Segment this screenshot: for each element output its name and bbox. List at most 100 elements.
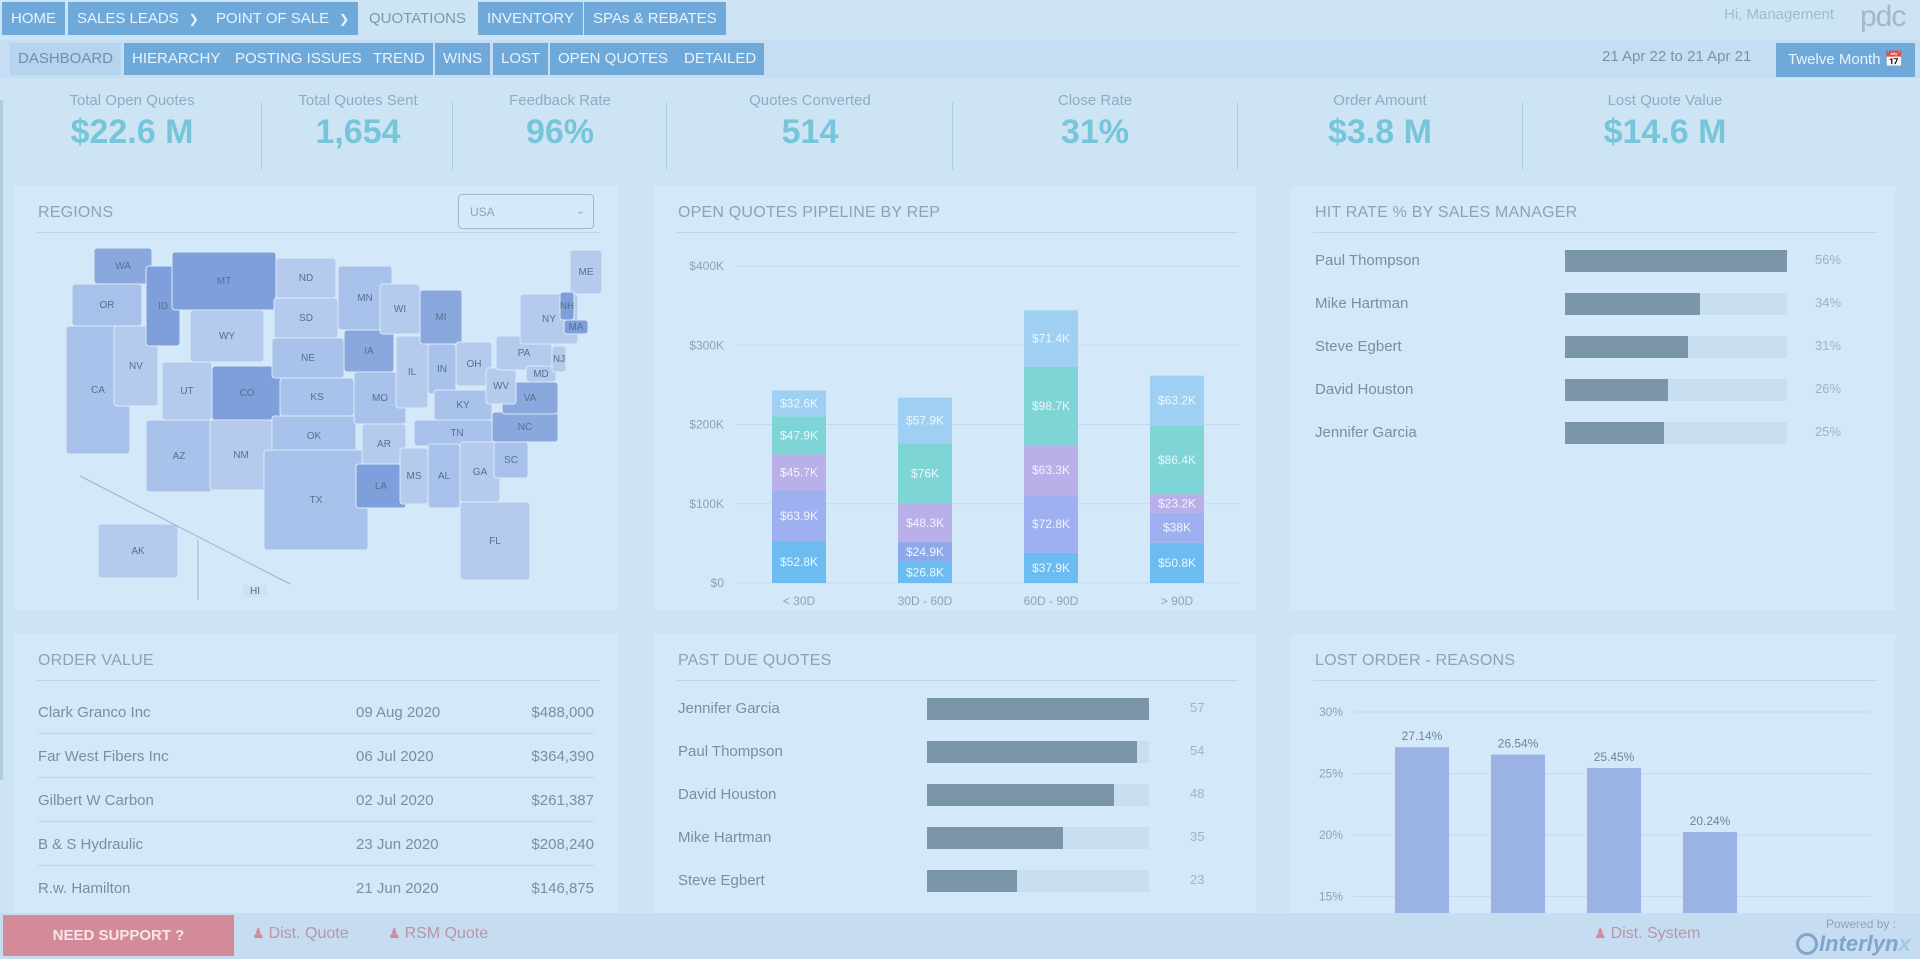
state-la[interactable]: LA <box>355 463 407 509</box>
nav-point-of-sale[interactable]: POINT OF SALE ❯ <box>207 2 359 35</box>
nav-inventory[interactable]: INVENTORY <box>478 2 583 35</box>
tab-dashboard[interactable]: DASHBOARD <box>10 43 122 75</box>
kpi-value: 514 <box>781 113 839 151</box>
state-label: OK <box>307 431 322 442</box>
state-fl[interactable]: FL <box>459 501 531 581</box>
state-nh[interactable]: NH <box>559 291 575 321</box>
bar-fill[interactable] <box>1565 379 1669 401</box>
state-nm[interactable]: NM <box>209 419 273 491</box>
tab-hierarchy[interactable]: HIERARCHY <box>124 43 229 75</box>
order-company: Gilbert W Carbon <box>38 792 154 809</box>
tab-open-quotes[interactable]: OPEN QUOTES <box>550 43 677 75</box>
bar-fill[interactable] <box>927 827 1064 849</box>
bar-value-label: 56% <box>1815 252 1842 267</box>
dist-system-link[interactable]: ♟ Dist. System <box>1594 925 1700 943</box>
state-nd[interactable]: ND <box>275 257 337 299</box>
nav-quotations[interactable]: QUOTATIONS <box>360 2 475 35</box>
state-hi[interactable]: HI <box>241 583 269 599</box>
state-tx[interactable]: TX <box>263 449 369 551</box>
state-wy[interactable]: WY <box>189 309 265 363</box>
bar[interactable] <box>1587 767 1641 913</box>
nav-sales-leads[interactable]: SALES LEADS ❯ <box>68 2 208 35</box>
table-row[interactable]: Gilbert W Carbon 02 Jul 2020 $261,387 <box>38 778 594 822</box>
tab-lost[interactable]: LOST <box>493 43 549 75</box>
tab-wins[interactable]: WINS <box>435 43 491 75</box>
chevron-down-icon: ❯ <box>339 12 350 26</box>
state-nj[interactable]: NJ <box>551 345 567 373</box>
nav-home[interactable]: HOME <box>2 2 65 35</box>
table-row[interactable]: Clark Granco Inc 09 Aug 2020 $488,000 <box>38 690 594 734</box>
state-ky[interactable]: KY <box>433 389 493 421</box>
tab-detailed[interactable]: DETAILED <box>676 43 765 75</box>
state-ma[interactable]: MA <box>563 319 589 335</box>
state-me[interactable]: ME <box>569 249 603 295</box>
state-il[interactable]: IL <box>395 335 429 409</box>
state-label: ME <box>579 267 594 278</box>
state-label: CA <box>91 385 105 396</box>
bar-fill[interactable] <box>927 784 1114 806</box>
kpi-value: $22.6 M <box>70 113 194 151</box>
interlynx-logo[interactable]: Interlynx <box>1796 931 1911 957</box>
state-ar[interactable]: AR <box>361 423 407 465</box>
x-tick-label: > 90D <box>1161 594 1194 608</box>
state-az[interactable]: AZ <box>145 419 213 493</box>
state-wi[interactable]: WI <box>379 283 421 335</box>
table-row[interactable]: Far West Fibers Inc 06 Jul 2020 $364,390 <box>38 734 594 778</box>
state-sc[interactable]: SC <box>493 441 529 479</box>
bar-fill[interactable] <box>1565 293 1700 315</box>
bar-fill[interactable] <box>1565 422 1665 444</box>
state-sd[interactable]: SD <box>273 297 339 339</box>
dist-quote-link[interactable]: ♟ Dist. Quote <box>252 925 349 943</box>
data-label: $38K <box>1163 521 1191 535</box>
bar-value-label: 54 <box>1190 743 1205 758</box>
nav-label: HOME <box>11 10 56 27</box>
bar-fill[interactable] <box>927 741 1138 763</box>
rsm-quote-link[interactable]: ♟ RSM Quote <box>388 925 488 943</box>
company-logo[interactable]: pdc <box>1860 0 1906 34</box>
order-amount: $146,875 <box>531 880 594 897</box>
bar[interactable] <box>1683 832 1737 913</box>
state-label: WA <box>115 261 131 272</box>
state-wa[interactable]: WA <box>93 247 153 285</box>
tab-posting-issues[interactable]: POSTING ISSUES <box>227 43 370 75</box>
state-mi[interactable]: MI <box>419 289 463 345</box>
kpi-label: Quotes Converted <box>749 92 871 109</box>
state-in[interactable]: IN <box>427 343 457 395</box>
bar[interactable] <box>1491 754 1545 913</box>
kpi-divider <box>666 102 667 170</box>
state-label: ND <box>299 273 313 284</box>
state-ak[interactable]: AK <box>97 523 179 579</box>
state-nc[interactable]: NC <box>491 411 559 443</box>
bar-track <box>927 870 1149 892</box>
kpi-divider <box>952 102 953 170</box>
bar[interactable] <box>1395 747 1449 913</box>
state-ia[interactable]: IA <box>343 329 395 373</box>
need-support-button[interactable]: NEED SUPPORT ? <box>3 915 234 956</box>
tab-label: DASHBOARD <box>18 50 114 67</box>
period-button[interactable]: Twelve Month 📅 <box>1776 43 1916 77</box>
data-label: 26.54% <box>1498 737 1539 751</box>
nav-spas-rebates[interactable]: SPAs & REBATES <box>584 2 726 35</box>
bar-fill[interactable] <box>1565 336 1688 358</box>
state-label: MD <box>533 369 549 380</box>
bar-fill[interactable] <box>927 870 1017 892</box>
data-label: $50.8K <box>1158 556 1196 570</box>
bar-fill[interactable] <box>1565 250 1787 272</box>
lost-reasons-panel: LOST ORDER - REASONS 10%15%20%25%30%27.1… <box>1291 634 1895 913</box>
kpi-label: Close Rate <box>1057 92 1133 109</box>
state-al[interactable]: AL <box>427 443 461 509</box>
state-wv[interactable]: WV <box>485 367 517 405</box>
bar-fill[interactable] <box>927 698 1149 720</box>
state-mt[interactable]: MT <box>171 251 277 311</box>
tab-trend[interactable]: TREND <box>365 43 433 75</box>
state-label: MT <box>217 276 231 287</box>
table-row[interactable]: R.w. Hamilton 21 Jun 2020 $146,875 <box>38 866 594 910</box>
state-or[interactable]: OR <box>71 283 143 327</box>
table-row[interactable]: B & S Hydraulic 23 Jun 2020 $208,240 <box>38 822 594 866</box>
state-ks[interactable]: KS <box>279 377 355 417</box>
state-ms[interactable]: MS <box>399 447 429 505</box>
state-ut[interactable]: UT <box>161 361 213 421</box>
us-map[interactable]: WA OR CA NV ID MT WY UT AZ CO NM ND SD NE KS OK TX MN IA MO… <box>14 186 618 610</box>
order-amount: $488,000 <box>531 704 594 721</box>
state-ne[interactable]: NE <box>271 337 345 379</box>
